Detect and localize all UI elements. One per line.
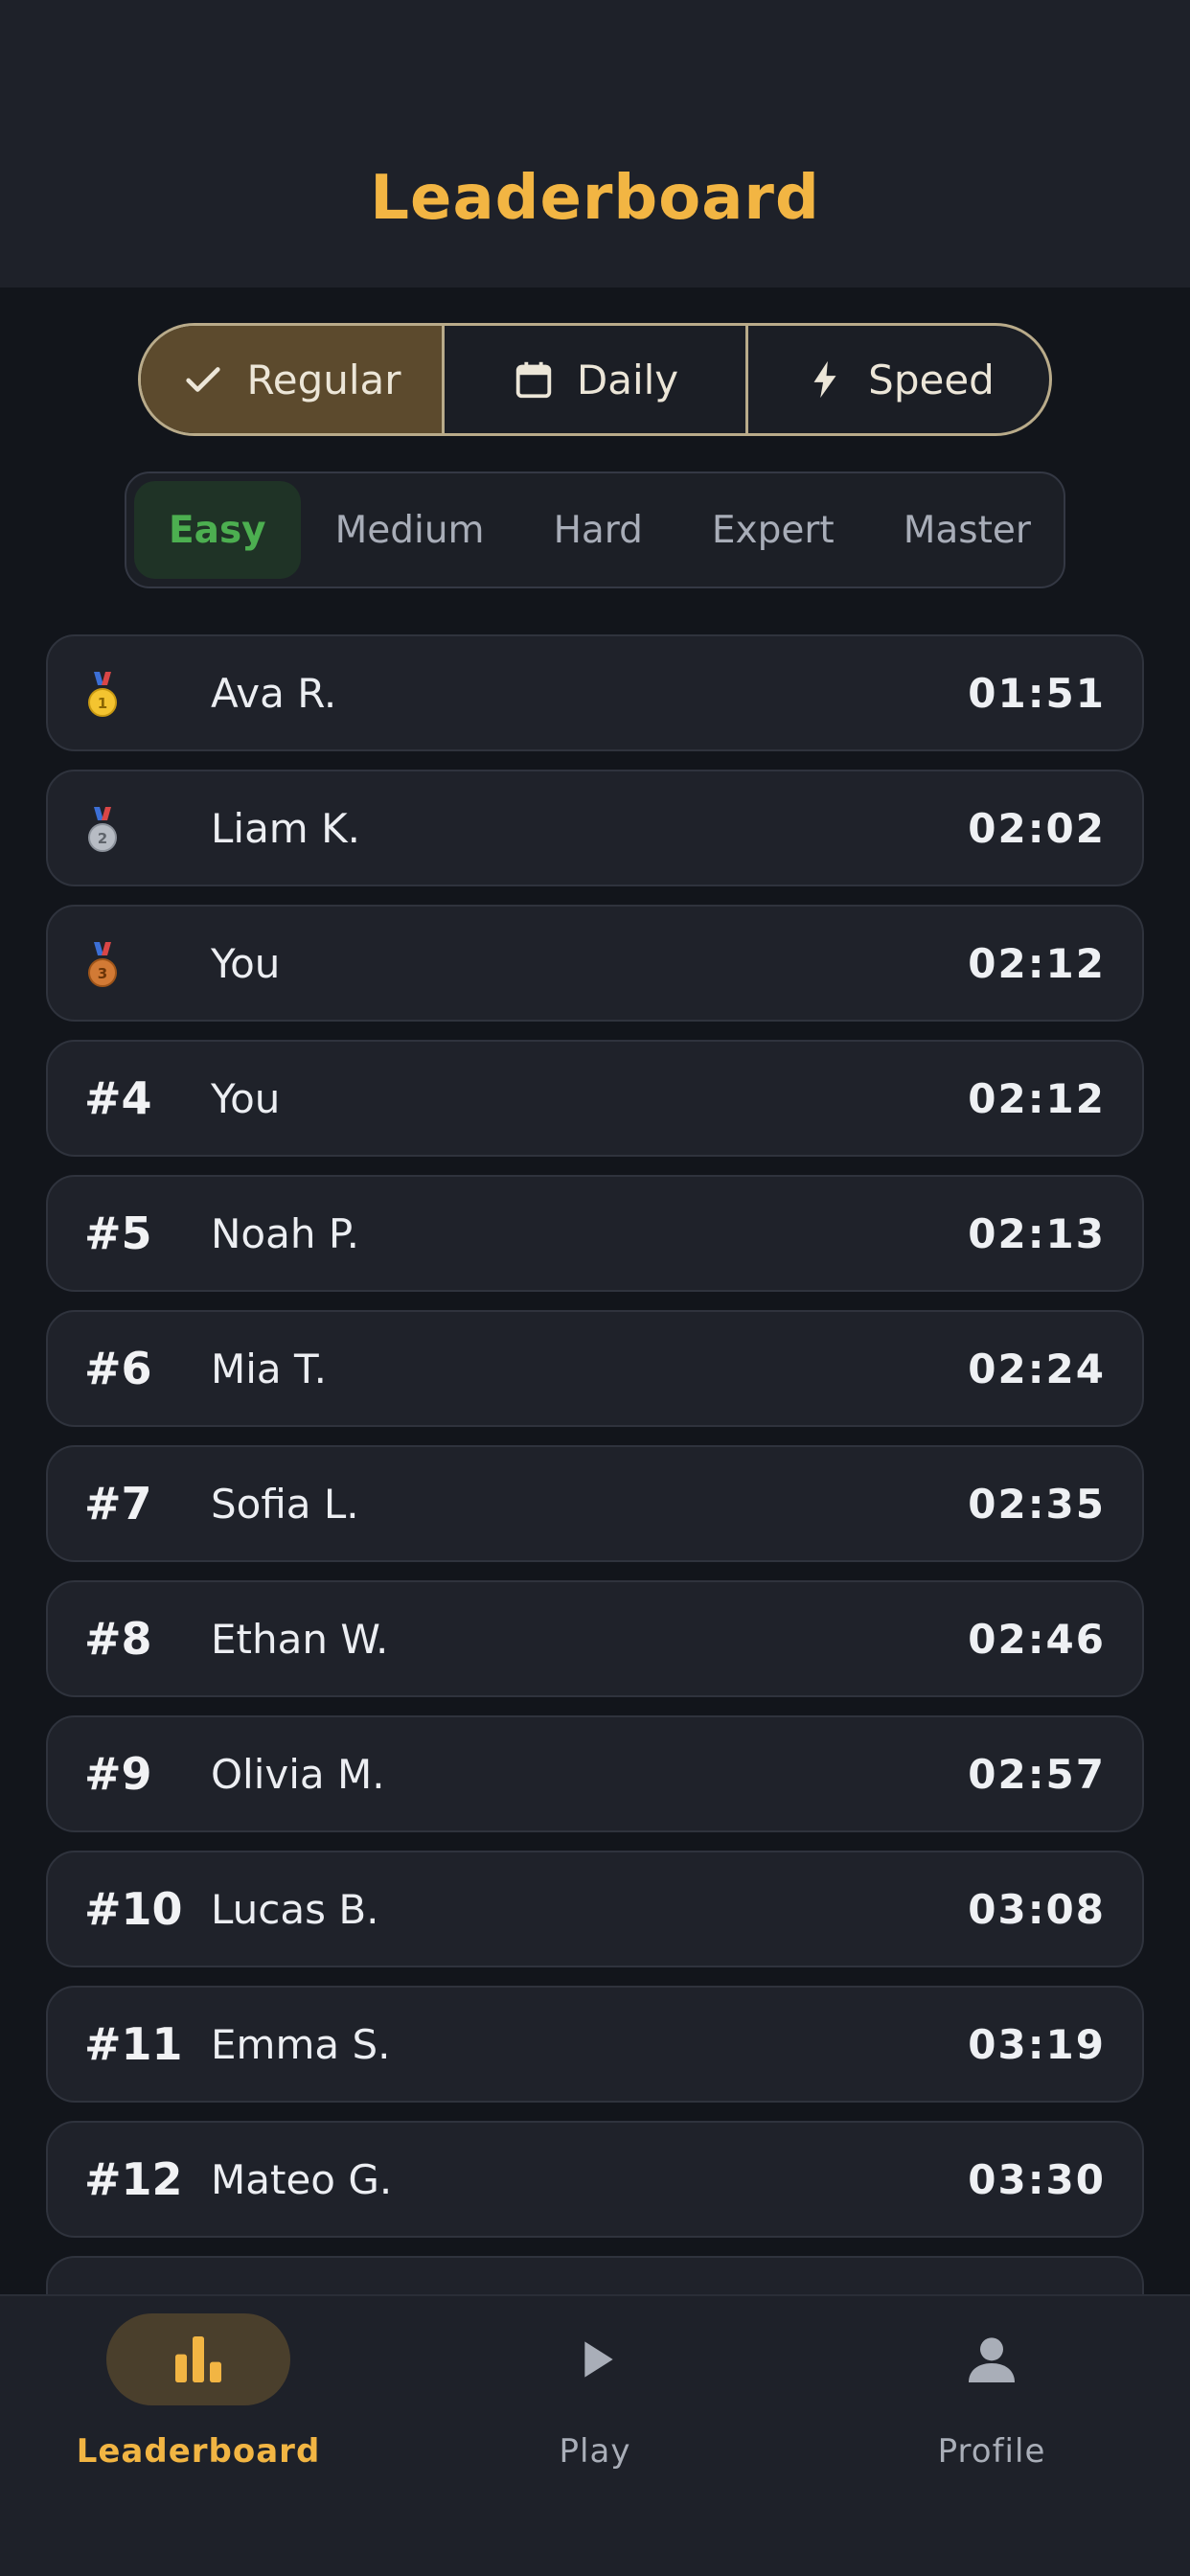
player-time: 03:30 xyxy=(968,2155,1106,2203)
leaderboard-row[interactable]: #10 Lucas B. 03:08 xyxy=(46,1851,1144,1967)
leaderboard-row[interactable]: #12 Mateo G. 03:30 xyxy=(46,2121,1144,2238)
player-time: 02:46 xyxy=(968,1615,1106,1663)
player-time: 02:13 xyxy=(968,1209,1106,1257)
player-name: Olivia M. xyxy=(211,1750,385,1798)
player-name: Ava R. xyxy=(211,669,337,717)
difficulty-tab-master[interactable]: Master xyxy=(869,481,1065,579)
player-time: 02:12 xyxy=(968,1074,1106,1122)
leaderboard-row[interactable]: #9 Olivia M. 02:57 xyxy=(46,1715,1144,1832)
bronze-medal-icon: 3 xyxy=(88,942,117,988)
player-name: Liam K. xyxy=(211,804,360,852)
mode-tab-label: Daily xyxy=(576,356,679,403)
player-name: Mia T. xyxy=(211,1345,328,1392)
player-time: 03:19 xyxy=(968,2020,1106,2068)
app-header: Leaderboard xyxy=(0,0,1190,288)
leaderboard-row[interactable]: 1 Ava R. 01:51 xyxy=(46,634,1144,751)
nav-active-pill xyxy=(106,2313,290,2405)
svg-text:2: 2 xyxy=(98,830,107,847)
player-time: 03:08 xyxy=(968,1885,1106,1933)
leaderboard-list: 1 Ava R. 01:51 2 Liam K. 02:02 3 You 02:… xyxy=(46,634,1144,2332)
mode-tab-daily[interactable]: Daily xyxy=(445,326,748,433)
gold-medal-icon: 1 xyxy=(88,672,117,718)
player-name: Emma S. xyxy=(211,2020,391,2068)
rank-cell: 3 xyxy=(84,936,211,991)
lightning-icon xyxy=(813,360,836,399)
difficulty-tab-medium[interactable]: Medium xyxy=(301,481,519,579)
svg-text:3: 3 xyxy=(98,965,107,982)
nav-label: Leaderboard xyxy=(76,2432,321,2471)
page-title: Leaderboard xyxy=(370,163,820,234)
nav-label: Play xyxy=(559,2432,631,2471)
rank-cell: #7 xyxy=(84,1478,152,1530)
leaderboard-row[interactable]: #11 Emma S. 03:19 xyxy=(46,1986,1144,2103)
player-name: Mateo G. xyxy=(211,2155,393,2203)
rank-cell: #9 xyxy=(84,1748,152,1800)
player-name: Noah P. xyxy=(211,1209,359,1257)
play-icon xyxy=(584,2341,613,2378)
player-time: 02:12 xyxy=(968,939,1106,987)
rank-cell: 1 xyxy=(84,666,211,721)
nav-pill xyxy=(900,2313,1084,2405)
leaderboard-row[interactable]: 2 Liam K. 02:02 xyxy=(46,770,1144,886)
bar-chart-icon xyxy=(175,2336,221,2382)
leaderboard-row[interactable]: #4 You 02:12 xyxy=(46,1040,1144,1157)
leaderboard-row[interactable]: #7 Sofia L. 02:35 xyxy=(46,1445,1144,1562)
player-name: Lucas B. xyxy=(211,1885,379,1933)
leaderboard-row[interactable]: 3 You 02:12 xyxy=(46,905,1144,1022)
person-icon xyxy=(969,2337,1015,2382)
svg-text:1: 1 xyxy=(98,695,107,712)
rank-cell: #6 xyxy=(84,1343,152,1394)
nav-item-leaderboard[interactable]: Leaderboard xyxy=(0,2296,397,2576)
player-name: You xyxy=(211,1074,281,1122)
difficulty-tab-easy[interactable]: Easy xyxy=(134,481,301,579)
player-name: Ethan W. xyxy=(211,1615,389,1663)
player-name: Sofia L. xyxy=(211,1480,359,1528)
player-time: 02:24 xyxy=(968,1345,1106,1392)
mode-segmented-control: Regular Daily Speed xyxy=(138,323,1052,436)
rank-cell: #10 xyxy=(84,1883,183,1935)
leaderboard-row[interactable]: #5 Noah P. 02:13 xyxy=(46,1175,1144,1292)
silver-medal-icon: 2 xyxy=(88,807,117,853)
nav-item-profile[interactable]: Profile xyxy=(793,2296,1190,2576)
player-time: 01:51 xyxy=(968,669,1106,717)
rank-cell: #12 xyxy=(84,2153,183,2205)
leaderboard-row[interactable]: #6 Mia T. 02:24 xyxy=(46,1310,1144,1427)
rank-cell: #11 xyxy=(84,2018,183,2070)
player-time: 02:35 xyxy=(968,1480,1106,1528)
player-time: 02:57 xyxy=(968,1750,1106,1798)
nav-label: Profile xyxy=(937,2432,1046,2471)
mode-tab-label: Regular xyxy=(246,356,401,403)
rank-cell: #5 xyxy=(84,1208,152,1259)
difficulty-tab-expert[interactable]: Expert xyxy=(677,481,869,579)
calendar-icon xyxy=(515,361,552,399)
rank-cell: #4 xyxy=(84,1072,152,1124)
leaderboard-row[interactable]: #8 Ethan W. 02:46 xyxy=(46,1580,1144,1697)
player-time: 02:02 xyxy=(968,804,1106,852)
difficulty-tabs: Easy Medium Hard Expert Master xyxy=(125,472,1065,588)
rank-cell: 2 xyxy=(84,801,211,856)
rank-cell: #8 xyxy=(84,1613,152,1665)
difficulty-tab-hard[interactable]: Hard xyxy=(519,481,677,579)
nav-item-play[interactable]: Play xyxy=(397,2296,793,2576)
player-name: You xyxy=(211,939,281,987)
mode-tab-regular[interactable]: Regular xyxy=(141,326,445,433)
mode-tab-label: Speed xyxy=(868,356,995,403)
nav-pill xyxy=(503,2313,687,2405)
bottom-navigation: Leaderboard Play Profile xyxy=(0,2294,1190,2576)
check-icon xyxy=(186,367,221,392)
mode-tab-speed[interactable]: Speed xyxy=(748,326,1049,433)
